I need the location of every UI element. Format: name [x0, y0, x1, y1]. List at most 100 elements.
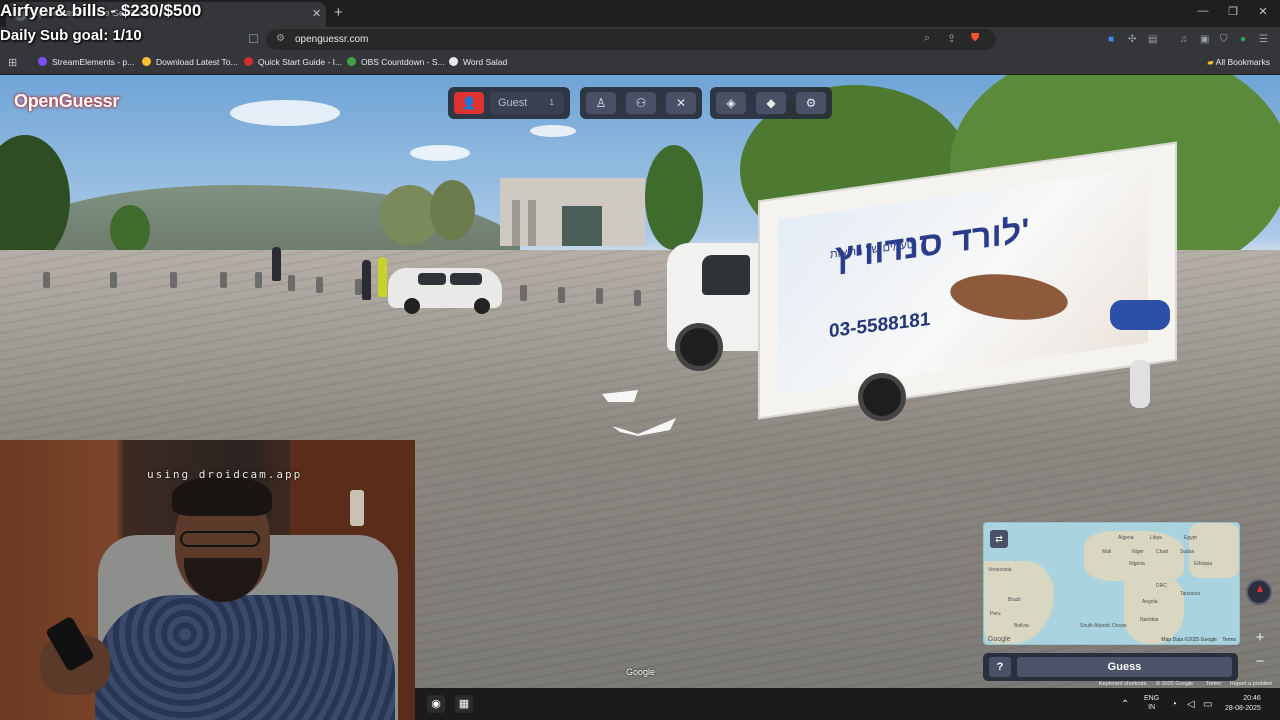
map-label: Ethiopia [1194, 561, 1213, 567]
tray-overflow-icon[interactable]: ⌃ [1121, 699, 1129, 710]
mode-toolbar: ♙ ⚇ ✕ [580, 87, 702, 119]
obs-taskbar-icon[interactable]: ◉ [427, 695, 445, 713]
brave-shield-icon[interactable]: ⛊ [971, 32, 979, 45]
bookmark-streamelements[interactable]: StreamElements - p... [38, 57, 134, 67]
clock[interactable]: 20:46 28-08-2025 [1225, 694, 1261, 714]
map-label: Egypt [1184, 535, 1197, 541]
guess-minimap[interactable]: Venezuela Brazil Peru Bolivia Mali Niger… [983, 522, 1240, 645]
battery-icon[interactable]: ▭ [1203, 699, 1212, 710]
multiplayer-icon[interactable]: ⚇ [626, 92, 656, 114]
sidebar-toggle-icon[interactable]: ▤ [1148, 34, 1157, 45]
all-bookmarks[interactable]: ▰ All Bookmarks [1207, 57, 1270, 68]
new-tab-icon[interactable]: + [334, 4, 343, 21]
donation-goal-text: Airfyer& bills - $230/$500 [0, 1, 202, 20]
bookmark-favicon-icon [244, 57, 253, 66]
app-taskbar-icon[interactable]: ▦ [455, 695, 473, 713]
extensions-icon[interactable]: ✣ [1128, 34, 1136, 45]
guest-name: Guest [498, 97, 528, 109]
terms-link[interactable]: Terms [1206, 681, 1221, 687]
restore-icon[interactable]: ❐ [1224, 5, 1242, 18]
url-text[interactable]: openguessr.com [295, 34, 368, 45]
close-window-icon[interactable]: ✕ [1254, 5, 1272, 18]
wifi-icon[interactable]: ◔ [1171, 699, 1177, 710]
sub-goal-text: Daily Sub goal: 1/10 [0, 27, 142, 44]
omnibox[interactable]: ⚙ openguessr.com ⌕ ⇪ ⛊ [266, 29, 996, 50]
bookmark-favicon-icon [449, 57, 458, 66]
map-label: Tanzania [1180, 591, 1201, 597]
zoom-icon[interactable]: ⌕ [924, 32, 930, 45]
address-bar: ⚙ openguessr.com ⌕ ⇪ ⛊ [0, 27, 1280, 52]
report-problem-link[interactable]: Report a problem [1230, 681, 1273, 687]
zoom-out-icon[interactable]: − [1250, 652, 1270, 672]
bookmark-favicon-icon [38, 57, 47, 66]
map-label: Algeria [1118, 535, 1134, 541]
leaderboard-icon[interactable]: ♙ [586, 92, 616, 114]
user-icon[interactable]: 👤 [454, 92, 484, 114]
bookmark-obs-countdown[interactable]: OBS Countdown - S... [347, 57, 445, 67]
openguessr-logo[interactable]: OpenGuessr [14, 91, 119, 112]
map-expand-icon[interactable]: ⇄ [990, 530, 1008, 548]
bookmark-download[interactable]: Download Latest To... [142, 57, 238, 67]
player-toolbar: 👤 Guest 1 [448, 87, 570, 119]
profile-icon[interactable]: ● [1240, 34, 1246, 45]
guest-count: 1 [549, 98, 554, 107]
map-terms[interactable]: Terms [1222, 637, 1236, 643]
guess-bar: ? Guess [983, 653, 1238, 681]
map-label: Brazil [1008, 597, 1021, 603]
droidcam-label: using droidcam.app [147, 468, 303, 481]
share-icon[interactable]: ⇪ [947, 32, 956, 45]
battle-icon[interactable]: ✕ [666, 92, 696, 114]
map-label: Chad [1156, 549, 1168, 555]
door-handle [350, 490, 364, 526]
map-label: Niger [1132, 549, 1144, 555]
bookmark-icon[interactable]: ☐ [248, 32, 259, 46]
guest-badge[interactable]: Guest 1 [490, 92, 564, 114]
bookmark-favicon-icon [142, 57, 151, 66]
apps-grid-icon[interactable]: ⊞ [8, 56, 17, 69]
bookmark-quick-start[interactable]: Quick Start Guide - I... [244, 57, 342, 67]
menu-icon[interactable]: ☰ [1259, 34, 1268, 45]
map-label: Bolivia [1014, 623, 1029, 629]
map-label: Venezuela [988, 567, 1012, 573]
map-label: DRC [1156, 583, 1167, 589]
extension-icon[interactable]: ■ [1108, 34, 1114, 45]
education-icon[interactable]: ◆ [756, 92, 786, 114]
bookmark-word-salad[interactable]: Word Salad [449, 57, 507, 67]
map-label: Mali [1102, 549, 1112, 555]
streamer-torso [95, 595, 395, 720]
map-label: Peru [990, 611, 1001, 617]
vpn-icon[interactable]: ⛉ [1220, 34, 1228, 45]
layers-icon[interactable]: ◈ [716, 92, 746, 114]
streamer-hair [172, 476, 272, 516]
glasses [180, 531, 260, 547]
folder-icon: ▰ [1207, 57, 1216, 67]
parked-car [388, 268, 502, 314]
tab-close-icon[interactable]: ✕ [312, 7, 321, 20]
zoom-in-icon[interactable]: + [1250, 628, 1270, 648]
media-icon[interactable]: ♫ [1180, 34, 1188, 45]
guess-button[interactable]: Guess [1017, 657, 1232, 677]
windows-taskbar: ◉ ▦ ⌃ ENG IN ◔ ◁ ▭ 20:46 28-08-2025 [415, 688, 1280, 720]
split-view-icon[interactable]: ▣ [1200, 34, 1209, 45]
bookmarks-bar: ⊞ StreamElements - p... Download Latest … [0, 52, 1280, 75]
map-label: Angola [1142, 599, 1158, 605]
language-indicator[interactable]: ENG IN [1144, 694, 1159, 712]
keyboard-shortcuts-link[interactable]: Keyboard shortcuts [1099, 681, 1146, 687]
copyright-text: © 2025 Google [1156, 681, 1194, 687]
map-label: Libya [1150, 535, 1162, 541]
navigation-arrow-icon[interactable] [600, 388, 678, 436]
gear-icon[interactable]: ⚙ [796, 92, 826, 114]
volume-icon[interactable]: ◁ [1187, 699, 1195, 710]
building [500, 178, 645, 246]
google-watermark: Google [626, 667, 656, 677]
site-info-icon[interactable]: ⚙ [276, 33, 285, 44]
map-label: Namibia [1140, 617, 1159, 623]
map-attribution: Map Data ©2025 Google Terms [1161, 637, 1236, 643]
help-button[interactable]: ? [989, 657, 1011, 677]
compass-icon[interactable] [1246, 579, 1272, 605]
minimize-icon[interactable]: — [1194, 5, 1212, 17]
settings-toolbar: ◈ ◆ ⚙ [710, 87, 832, 119]
map-label: Nigeria [1129, 561, 1145, 567]
map-google-logo: Google [988, 636, 1011, 643]
map-label: South Atlantic Ocean [1080, 623, 1127, 629]
